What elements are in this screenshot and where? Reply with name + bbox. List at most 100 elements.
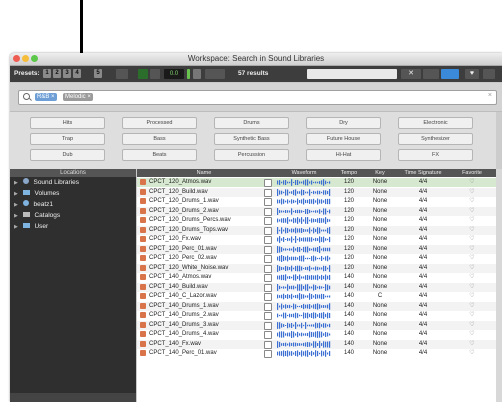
- row-favorite-heart-icon[interactable]: ♡: [452, 235, 492, 244]
- category-beats-button[interactable]: Beats: [122, 149, 197, 161]
- preview-play-icon[interactable]: [264, 331, 272, 339]
- row-favorite-heart-icon[interactable]: ♡: [452, 264, 492, 273]
- row-favorite-heart-icon[interactable]: ♡: [452, 330, 492, 339]
- column-header-favorite[interactable]: Favorite: [452, 169, 492, 177]
- waveform-thumbnail[interactable]: [277, 217, 331, 224]
- preview-play-icon[interactable]: [264, 255, 272, 263]
- expand-triangle-icon[interactable]: ▶: [14, 202, 18, 208]
- category-scrollbar[interactable]: [496, 112, 502, 169]
- column-header-tempo[interactable]: Tempo: [336, 169, 362, 177]
- preview-play-icon[interactable]: [264, 226, 272, 235]
- table-row[interactable]: CPCT_140_Drums_1.wav 140 None 4/4 ♡: [137, 301, 496, 311]
- category-dub-button[interactable]: Dub: [30, 149, 105, 161]
- volume-knob-icon[interactable]: [193, 69, 201, 79]
- row-favorite-heart-icon[interactable]: ♡: [452, 245, 492, 254]
- tag-search-field[interactable]: R&B × Melodic × ×: [18, 90, 497, 105]
- table-row[interactable]: CPCT_120_Drums_1.wav 120 None 4/4 ♡: [137, 197, 496, 206]
- column-header-waveform[interactable]: Waveform: [277, 169, 331, 177]
- waveform-thumbnail[interactable]: [277, 226, 331, 234]
- row-favorite-heart-icon[interactable]: ♡: [452, 292, 492, 301]
- category-trap-button[interactable]: Trap: [30, 133, 105, 145]
- table-row[interactable]: CPCT_140_Build.wav 140 None 4/4 ♡: [137, 282, 496, 292]
- expand-triangle-icon[interactable]: ▶: [14, 224, 18, 230]
- preview-play-icon[interactable]: [264, 350, 272, 358]
- clear-search-button[interactable]: ✕: [401, 69, 421, 79]
- waveform-thumbnail[interactable]: [277, 255, 331, 262]
- waveform-thumbnail[interactable]: [277, 302, 331, 310]
- search-tag-melodic[interactable]: Melodic ×: [63, 93, 93, 101]
- search-tag-rnb[interactable]: R&B ×: [35, 93, 57, 101]
- waveform-thumbnail[interactable]: [277, 274, 331, 281]
- preview-play-icon[interactable]: [264, 207, 272, 216]
- table-row[interactable]: CPCT_140_Perc_01.wav 140 None 4/4 ♡: [137, 349, 496, 358]
- location-catalogs[interactable]: ▶ Catalogs: [10, 210, 136, 221]
- column-header-name[interactable]: Name: [149, 169, 259, 177]
- dots-menu-icon[interactable]: [423, 69, 439, 79]
- category-bass-button[interactable]: Bass: [122, 133, 197, 145]
- row-favorite-heart-icon[interactable]: ♡: [452, 178, 492, 187]
- table-row[interactable]: CPCT_120_White_Noise.wav 120 None 4/4 ♡: [137, 263, 496, 273]
- row-favorite-heart-icon[interactable]: ♡: [452, 226, 492, 235]
- preview-play-icon[interactable]: [264, 264, 272, 273]
- preview-play-icon[interactable]: [264, 179, 272, 187]
- waveform-thumbnail[interactable]: [277, 264, 331, 272]
- waveform-thumbnail[interactable]: [277, 188, 331, 196]
- category-fx-button[interactable]: FX: [398, 149, 473, 161]
- preview-play-icon[interactable]: [264, 340, 272, 349]
- loop-button[interactable]: [150, 69, 160, 79]
- category-dry-button[interactable]: Dry: [306, 117, 381, 129]
- table-row[interactable]: CPCT_140_Drums_4.wav 140 None 4/4 ♡: [137, 330, 496, 339]
- preview-play-icon[interactable]: [264, 236, 272, 244]
- location-sound-libraries[interactable]: ▶ Sound Libraries: [10, 177, 136, 188]
- table-row[interactable]: CPCT_120_Atmos.wav 120 None 4/4 ♡: [137, 178, 496, 187]
- expand-triangle-icon[interactable]: ▶: [14, 191, 18, 197]
- table-row[interactable]: CPCT_140_Drums_3.wav 140 None 4/4 ♡: [137, 320, 496, 330]
- preview-play-icon[interactable]: [264, 217, 272, 225]
- column-header-key[interactable]: Key: [365, 169, 395, 177]
- preset-1-button[interactable]: 1: [43, 69, 51, 78]
- expand-triangle-icon[interactable]: ▶: [14, 213, 18, 219]
- waveform-thumbnail[interactable]: [277, 198, 331, 205]
- waveform-thumbnail[interactable]: [277, 321, 331, 329]
- waveform-thumbnail[interactable]: [277, 236, 331, 243]
- category-percussion-button[interactable]: Percussion: [214, 149, 289, 161]
- category-hi-hat-button[interactable]: Hi-Hat: [306, 149, 381, 161]
- preset-4-button[interactable]: 4: [73, 69, 81, 78]
- row-favorite-heart-icon[interactable]: ♡: [452, 197, 492, 206]
- table-row[interactable]: CPCT_140_Atmos.wav 140 None 4/4 ♡: [137, 273, 496, 282]
- waveform-thumbnail[interactable]: [277, 179, 331, 186]
- preview-play-icon[interactable]: [264, 283, 272, 292]
- row-favorite-heart-icon[interactable]: ♡: [452, 321, 492, 330]
- row-favorite-heart-icon[interactable]: ♡: [452, 216, 492, 225]
- preview-play-icon[interactable]: [264, 245, 272, 254]
- preview-play-icon[interactable]: [264, 198, 272, 206]
- waveform-thumbnail[interactable]: [277, 312, 331, 319]
- row-favorite-heart-icon[interactable]: ♡: [452, 207, 492, 216]
- toolbar-search-field[interactable]: [307, 69, 397, 79]
- location-beatz1[interactable]: ▶ beatz1: [10, 199, 136, 210]
- row-favorite-heart-icon[interactable]: ♡: [452, 311, 492, 320]
- preview-play-icon[interactable]: [264, 321, 272, 330]
- waveform-thumbnail[interactable]: [277, 340, 331, 348]
- preview-play-icon[interactable]: [264, 302, 272, 311]
- category-synthesizer-button[interactable]: Synthesizer: [398, 133, 473, 145]
- row-favorite-heart-icon[interactable]: ♡: [452, 283, 492, 292]
- preset-5-button[interactable]: 5: [94, 69, 102, 78]
- waveform-thumbnail[interactable]: [277, 331, 331, 338]
- waveform-thumbnail[interactable]: [277, 283, 331, 291]
- table-row[interactable]: CPCT_140_Fx.wav 140 None 4/4 ♡: [137, 339, 496, 349]
- results-scrollbar[interactable]: [496, 169, 502, 402]
- favorites-heart-icon[interactable]: ♥: [465, 69, 479, 79]
- preview-play-icon[interactable]: [264, 188, 272, 197]
- waveform-thumbnail[interactable]: [277, 293, 331, 300]
- expand-triangle-icon[interactable]: ▶: [14, 180, 18, 186]
- row-favorite-heart-icon[interactable]: ♡: [452, 273, 492, 282]
- category-hits-button[interactable]: Hits: [30, 117, 105, 129]
- location-volumes[interactable]: ▶ Volumes: [10, 188, 136, 199]
- category-future-house-button[interactable]: Future House: [306, 133, 381, 145]
- location-user[interactable]: ▶ User: [10, 221, 136, 232]
- waveform-thumbnail[interactable]: [277, 350, 331, 357]
- row-favorite-heart-icon[interactable]: ♡: [452, 254, 492, 263]
- settings-gear-icon[interactable]: [483, 69, 495, 79]
- table-row[interactable]: CPCT_120_Drums_Percs.wav 120 None 4/4 ♡: [137, 216, 496, 225]
